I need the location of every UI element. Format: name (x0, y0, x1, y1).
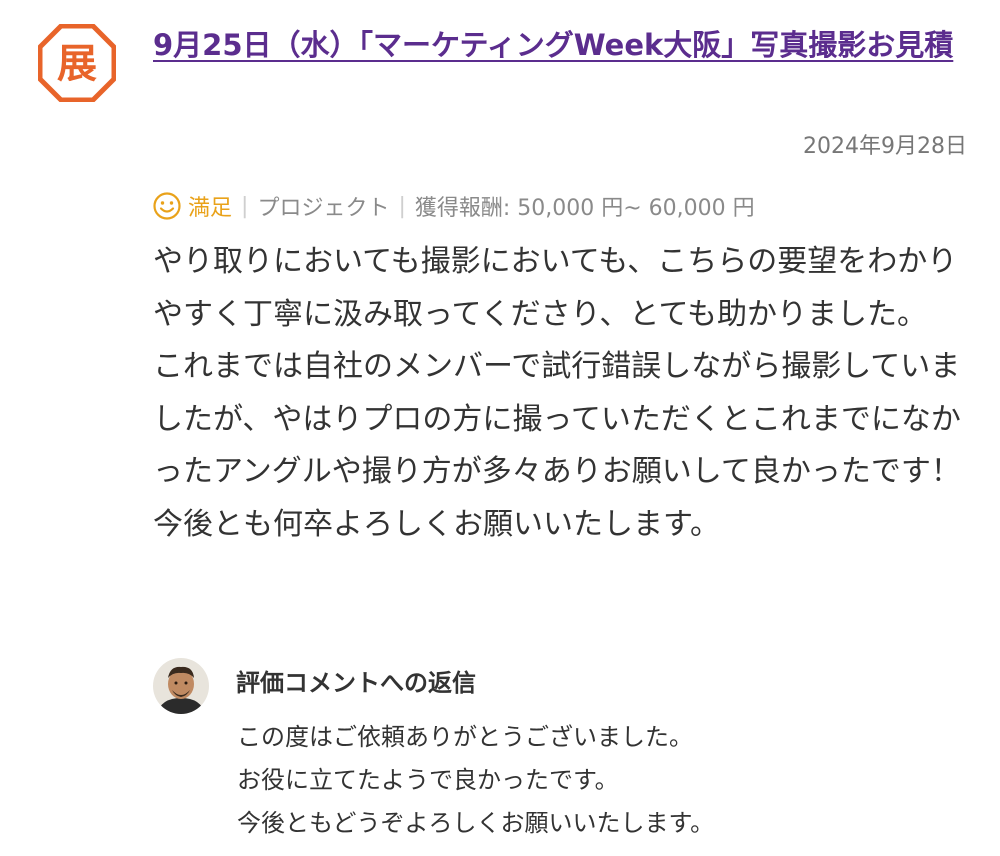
meta-divider: | (241, 193, 249, 219)
project-title-link[interactable]: 9月25日（水）「マーケティングWeek大阪」写真撮影お見積 (153, 20, 963, 70)
reward-range: 獲得報酬: 50,000 円~ 60,000 円 (414, 196, 755, 221)
review-text: やり取りにおいても撮影においても、こちらの要望をわかりやすく丁寧に汲み取ってくだ… (153, 236, 973, 551)
reply-line: お役に立てたようで良かったです。 (237, 766, 619, 794)
reply-line: 今後ともどうぞよろしくお願いいたします。 (237, 809, 715, 837)
review-paragraph: 今後とも何卒よろしくお願いいたします。 (153, 506, 720, 542)
review-paragraph: やり取りにおいても撮影においても、こちらの要望をわかりやすく丁寧に汲み取ってくだ… (153, 244, 958, 332)
review-date: 2024年9月28日 (803, 134, 967, 159)
rating-label: 満足 (188, 196, 233, 221)
logo-char: 展 (57, 41, 97, 87)
avatar (153, 658, 209, 714)
reply-heading: 評価コメントへの返信 (236, 669, 476, 697)
reply-line: この度はご依頼ありがとうございました。 (237, 723, 693, 751)
reply-text: この度はご依頼ありがとうございました。 お役に立てたようで良かったです。 今後と… (237, 716, 977, 845)
meta-divider: | (398, 193, 406, 219)
project-type: プロジェクト (257, 196, 390, 221)
exhibition-badge-icon: 展 (37, 23, 117, 103)
review-meta: 満足 | プロジェクト | 獲得報酬: 50,000 円~ 60,000 円 (152, 186, 755, 226)
smile-icon (153, 192, 181, 220)
review-paragraph: これまでは自社のメンバーで試行錯誤しながら撮影していましたが、やはりプロの方に撮… (153, 349, 961, 489)
